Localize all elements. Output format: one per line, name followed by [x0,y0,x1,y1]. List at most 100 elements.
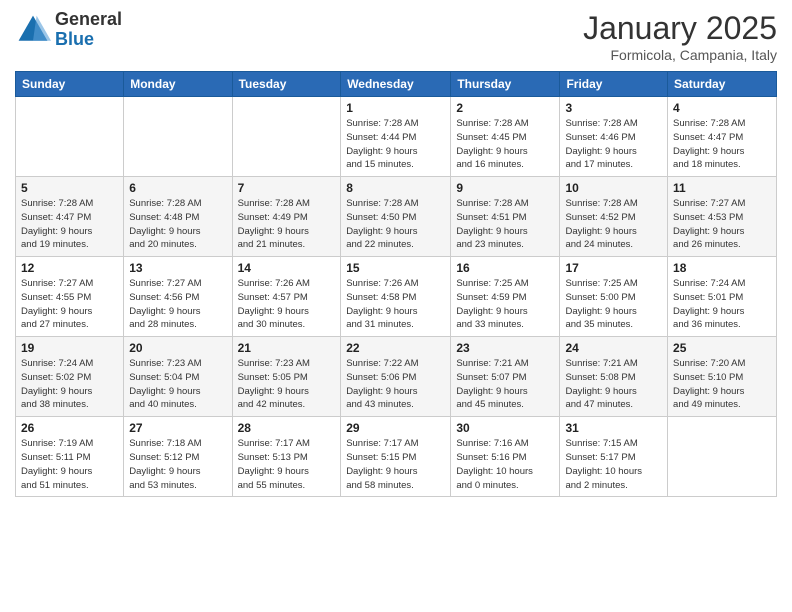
day-info: Sunrise: 7:17 AM Sunset: 5:15 PM Dayligh… [346,437,445,492]
day-cell: 25 Sunrise: 7:20 AM Sunset: 5:10 PM Dayli… [668,337,777,417]
column-header-sunday: Sunday [16,72,124,97]
day-number: 10 [565,181,662,195]
day-number: 19 [21,341,118,355]
day-cell: 18 Sunrise: 7:24 AM Sunset: 5:01 PM Dayli… [668,257,777,337]
day-number: 22 [346,341,445,355]
day-number: 9 [456,181,554,195]
day-cell [124,97,232,177]
day-info: Sunrise: 7:26 AM Sunset: 4:58 PM Dayligh… [346,277,445,332]
logo-text: General Blue [55,10,122,50]
column-header-friday: Friday [560,72,668,97]
day-number: 13 [129,261,226,275]
day-info: Sunrise: 7:28 AM Sunset: 4:45 PM Dayligh… [456,117,554,172]
header: General Blue January 2025 Formicola, Cam… [15,10,777,63]
day-info: Sunrise: 7:27 AM Sunset: 4:55 PM Dayligh… [21,277,118,332]
day-cell [232,97,341,177]
day-cell: 12 Sunrise: 7:27 AM Sunset: 4:55 PM Dayli… [16,257,124,337]
day-info: Sunrise: 7:17 AM Sunset: 5:13 PM Dayligh… [238,437,336,492]
week-row-5: 26 Sunrise: 7:19 AM Sunset: 5:11 PM Dayli… [16,417,777,497]
column-header-thursday: Thursday [451,72,560,97]
week-row-1: 1 Sunrise: 7:28 AM Sunset: 4:44 PM Daylig… [16,97,777,177]
day-number: 16 [456,261,554,275]
day-cell: 5Sunrise: 7:28 AM Sunset: 4:47 PM Daylig… [16,177,124,257]
day-number: 18 [673,261,771,275]
day-cell: 29Sunrise: 7:17 AM Sunset: 5:15 PM Dayli… [341,417,451,497]
day-info: Sunrise: 7:21 AM Sunset: 5:07 PM Dayligh… [456,357,554,412]
day-info: Sunrise: 7:23 AM Sunset: 5:04 PM Dayligh… [129,357,226,412]
day-cell: 13 Sunrise: 7:27 AM Sunset: 4:56 PM Dayli… [124,257,232,337]
day-number: 28 [238,421,336,435]
column-header-tuesday: Tuesday [232,72,341,97]
day-cell: 19Sunrise: 7:24 AM Sunset: 5:02 PM Dayli… [16,337,124,417]
day-info: Sunrise: 7:28 AM Sunset: 4:46 PM Dayligh… [565,117,662,172]
day-number: 8 [346,181,445,195]
week-row-2: 5Sunrise: 7:28 AM Sunset: 4:47 PM Daylig… [16,177,777,257]
day-info: Sunrise: 7:28 AM Sunset: 4:49 PM Dayligh… [238,197,336,252]
day-cell: 31 Sunrise: 7:15 AM Sunset: 5:17 PM Dayli… [560,417,668,497]
day-cell: 2 Sunrise: 7:28 AM Sunset: 4:45 PM Daylig… [451,97,560,177]
day-info: Sunrise: 7:28 AM Sunset: 4:47 PM Dayligh… [673,117,771,172]
day-info: Sunrise: 7:26 AM Sunset: 4:57 PM Dayligh… [238,277,336,332]
day-info: Sunrise: 7:24 AM Sunset: 5:01 PM Dayligh… [673,277,771,332]
title-block: January 2025 Formicola, Campania, Italy [583,10,777,63]
day-number: 20 [129,341,226,355]
day-cell: 26 Sunrise: 7:19 AM Sunset: 5:11 PM Dayli… [16,417,124,497]
day-cell: 16 Sunrise: 7:25 AM Sunset: 4:59 PM Dayli… [451,257,560,337]
day-cell [16,97,124,177]
day-info: Sunrise: 7:23 AM Sunset: 5:05 PM Dayligh… [238,357,336,412]
day-cell: 11Sunrise: 7:27 AM Sunset: 4:53 PM Dayli… [668,177,777,257]
calendar-header-row: SundayMondayTuesdayWednesdayThursdayFrid… [16,72,777,97]
day-number: 7 [238,181,336,195]
day-info: Sunrise: 7:19 AM Sunset: 5:11 PM Dayligh… [21,437,118,492]
day-cell: 27 Sunrise: 7:18 AM Sunset: 5:12 PM Dayli… [124,417,232,497]
day-number: 4 [673,101,771,115]
day-number: 26 [21,421,118,435]
day-number: 14 [238,261,336,275]
page: General Blue January 2025 Formicola, Cam… [0,0,792,612]
day-cell: 21 Sunrise: 7:23 AM Sunset: 5:05 PM Dayli… [232,337,341,417]
day-cell: 24 Sunrise: 7:21 AM Sunset: 5:08 PM Dayli… [560,337,668,417]
week-row-3: 12 Sunrise: 7:27 AM Sunset: 4:55 PM Dayli… [16,257,777,337]
day-info: Sunrise: 7:28 AM Sunset: 4:51 PM Dayligh… [456,197,554,252]
day-number: 23 [456,341,554,355]
day-number: 17 [565,261,662,275]
day-cell: 30Sunrise: 7:16 AM Sunset: 5:16 PM Dayli… [451,417,560,497]
day-info: Sunrise: 7:28 AM Sunset: 4:52 PM Dayligh… [565,197,662,252]
day-cell: 1 Sunrise: 7:28 AM Sunset: 4:44 PM Daylig… [341,97,451,177]
day-info: Sunrise: 7:18 AM Sunset: 5:12 PM Dayligh… [129,437,226,492]
day-info: Sunrise: 7:15 AM Sunset: 5:17 PM Dayligh… [565,437,662,492]
column-header-monday: Monday [124,72,232,97]
day-number: 3 [565,101,662,115]
logo-blue: Blue [55,30,122,50]
month-title: January 2025 [583,10,777,47]
day-info: Sunrise: 7:21 AM Sunset: 5:08 PM Dayligh… [565,357,662,412]
day-number: 21 [238,341,336,355]
day-cell: 20 Sunrise: 7:23 AM Sunset: 5:04 PM Dayli… [124,337,232,417]
logo: General Blue [15,10,122,50]
day-number: 27 [129,421,226,435]
day-number: 1 [346,101,445,115]
day-number: 12 [21,261,118,275]
day-number: 25 [673,341,771,355]
day-cell: 8Sunrise: 7:28 AM Sunset: 4:50 PM Daylig… [341,177,451,257]
day-cell: 14 Sunrise: 7:26 AM Sunset: 4:57 PM Dayli… [232,257,341,337]
day-info: Sunrise: 7:27 AM Sunset: 4:56 PM Dayligh… [129,277,226,332]
day-info: Sunrise: 7:25 AM Sunset: 4:59 PM Dayligh… [456,277,554,332]
day-info: Sunrise: 7:20 AM Sunset: 5:10 PM Dayligh… [673,357,771,412]
day-cell: 15 Sunrise: 7:26 AM Sunset: 4:58 PM Dayli… [341,257,451,337]
day-cell: 4 Sunrise: 7:28 AM Sunset: 4:47 PM Daylig… [668,97,777,177]
day-number: 15 [346,261,445,275]
day-info: Sunrise: 7:28 AM Sunset: 4:44 PM Dayligh… [346,117,445,172]
day-cell [668,417,777,497]
day-number: 2 [456,101,554,115]
day-info: Sunrise: 7:22 AM Sunset: 5:06 PM Dayligh… [346,357,445,412]
day-number: 31 [565,421,662,435]
day-number: 30 [456,421,554,435]
day-cell: 7 Sunrise: 7:28 AM Sunset: 4:49 PM Daylig… [232,177,341,257]
day-number: 6 [129,181,226,195]
day-number: 24 [565,341,662,355]
day-number: 5 [21,181,118,195]
logo-general: General [55,10,122,30]
day-number: 11 [673,181,771,195]
day-info: Sunrise: 7:28 AM Sunset: 4:48 PM Dayligh… [129,197,226,252]
